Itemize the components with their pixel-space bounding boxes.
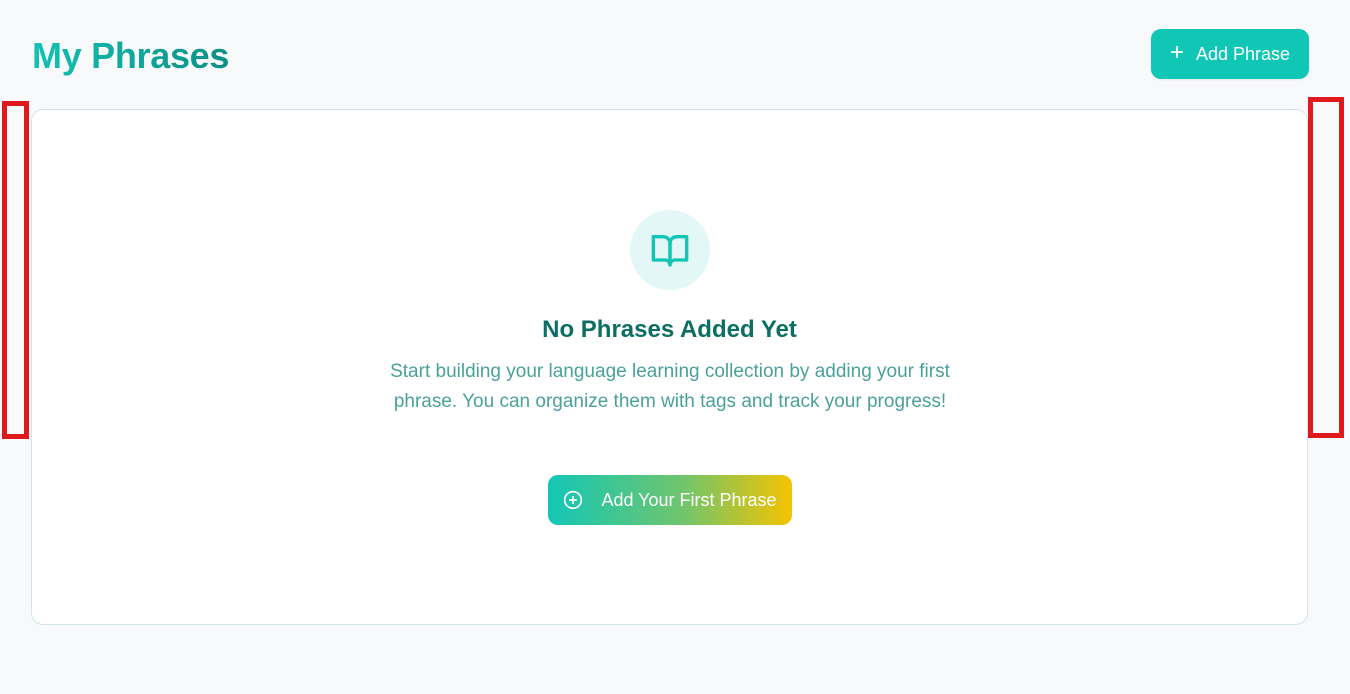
empty-state-description: Start building your language learning co… [390, 361, 950, 412]
book-open-icon [651, 235, 689, 267]
add-first-phrase-button[interactable]: Add Your First Phrase [548, 475, 792, 525]
add-phrase-label: Add Phrase [1195, 43, 1291, 64]
plus-icon: + [1169, 38, 1184, 66]
plus-circle-icon [564, 490, 583, 510]
page-title: My Phrases [32, 32, 229, 80]
right-highlight-marker [1308, 97, 1344, 438]
add-first-phrase-label: Add Your First Phrase [601, 489, 777, 510]
empty-state-icon-container [630, 210, 710, 290]
empty-state-title: No Phrases Added Yet [542, 316, 797, 343]
left-highlight-marker [2, 101, 29, 439]
add-phrase-button[interactable]: + Add Phrase [1151, 29, 1309, 79]
empty-state-card: No Phrases Added Yet Start building your… [31, 109, 1308, 625]
